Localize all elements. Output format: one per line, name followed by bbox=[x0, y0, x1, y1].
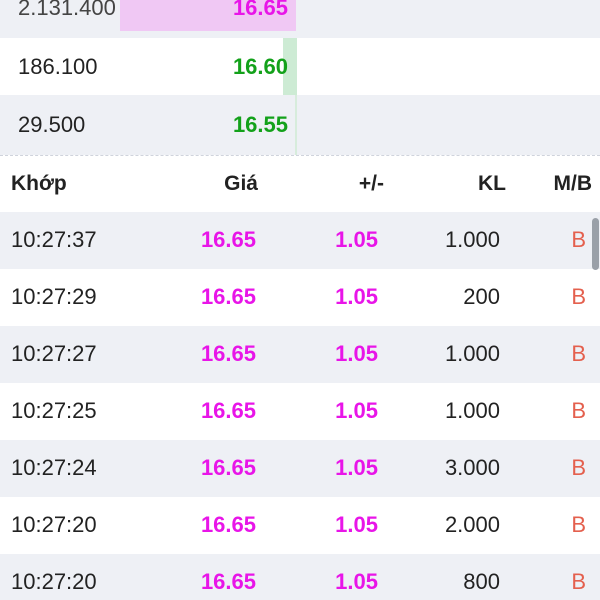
trade-price: 16.65 bbox=[200, 398, 256, 423]
trade-change: 1.05 bbox=[335, 341, 378, 366]
trade-price: 16.65 bbox=[200, 341, 256, 366]
trade-volume: 800 bbox=[463, 569, 500, 594]
header-volume[interactable]: KL bbox=[478, 172, 506, 196]
table-row[interactable]: 10:27:24 16.65 1.05 3.000 B bbox=[0, 440, 600, 497]
header-side[interactable]: M/B bbox=[554, 172, 593, 196]
order-book-volume: 186.100 bbox=[18, 54, 98, 79]
trade-volume: 1.000 bbox=[444, 227, 500, 252]
trade-time: 10:27:20 bbox=[11, 512, 97, 537]
trade-time: 10:27:27 bbox=[11, 341, 97, 366]
trade-time: 10:27:25 bbox=[11, 398, 97, 423]
trade-change: 1.05 bbox=[335, 569, 378, 594]
trade-side: B bbox=[571, 569, 586, 594]
order-book-volume: 29.500 bbox=[18, 112, 86, 137]
order-book-row[interactable]: 2.131.400 16.65 bbox=[0, 0, 600, 38]
trade-side: B bbox=[571, 284, 586, 309]
trade-side: B bbox=[571, 512, 586, 537]
header-price[interactable]: Giá bbox=[224, 172, 258, 196]
trade-change: 1.05 bbox=[335, 512, 378, 537]
table-row[interactable]: 10:27:27 16.65 1.05 1.000 B bbox=[0, 326, 600, 383]
order-book-price: 16.65 bbox=[232, 0, 288, 20]
trading-panel: 2.131.400 16.65 186.100 16.60 29.500 16.… bbox=[0, 0, 600, 600]
trade-price: 16.65 bbox=[200, 227, 256, 252]
trade-price: 16.65 bbox=[200, 284, 256, 309]
trade-change: 1.05 bbox=[335, 227, 378, 252]
trade-side: B bbox=[571, 455, 586, 480]
order-book-row[interactable]: 186.100 16.60 bbox=[0, 38, 600, 95]
trade-price: 16.65 bbox=[200, 569, 256, 594]
trade-time: 10:27:24 bbox=[11, 455, 97, 480]
header-time[interactable]: Khớp bbox=[11, 172, 67, 196]
trade-price: 16.65 bbox=[200, 512, 256, 537]
trade-volume: 1.000 bbox=[444, 398, 500, 423]
trade-side: B bbox=[571, 398, 586, 423]
table-row[interactable]: 10:27:20 16.65 1.05 2.000 B bbox=[0, 497, 600, 554]
trade-time: 10:27:29 bbox=[11, 284, 97, 309]
trade-time: 10:27:20 bbox=[11, 569, 97, 594]
trades-table-header: Khớp Giá +/- KL M/B bbox=[0, 156, 600, 212]
scrollbar-thumb[interactable] bbox=[592, 218, 599, 270]
trade-change: 1.05 bbox=[335, 398, 378, 423]
trade-volume: 3.000 bbox=[444, 455, 500, 480]
table-row[interactable]: 10:27:20 16.65 1.05 800 B bbox=[0, 554, 600, 600]
trade-change: 1.05 bbox=[335, 284, 378, 309]
order-book-price: 16.60 bbox=[232, 54, 288, 79]
order-book-row[interactable]: 29.500 16.55 bbox=[0, 95, 600, 155]
trade-side: B bbox=[571, 227, 586, 252]
header-change[interactable]: +/- bbox=[359, 172, 384, 196]
table-row[interactable]: 10:27:25 16.65 1.05 1.000 B bbox=[0, 383, 600, 440]
trades-table-body[interactable]: 10:27:37 16.65 1.05 1.000 B 10:27:29 16.… bbox=[0, 212, 600, 600]
trade-change: 1.05 bbox=[335, 455, 378, 480]
table-row[interactable]: 10:27:37 16.65 1.05 1.000 B bbox=[0, 212, 600, 269]
volume-bar bbox=[295, 95, 297, 155]
order-book: 2.131.400 16.65 186.100 16.60 29.500 16.… bbox=[0, 0, 600, 155]
trade-volume: 2.000 bbox=[444, 512, 500, 537]
trade-volume: 200 bbox=[463, 284, 500, 309]
table-row[interactable]: 10:27:29 16.65 1.05 200 B bbox=[0, 269, 600, 326]
order-book-volume: 2.131.400 bbox=[18, 0, 116, 20]
order-book-price: 16.55 bbox=[232, 112, 288, 137]
trade-price: 16.65 bbox=[200, 455, 256, 480]
trade-volume: 1.000 bbox=[444, 341, 500, 366]
trade-side: B bbox=[571, 341, 586, 366]
trade-time: 10:27:37 bbox=[11, 227, 97, 252]
